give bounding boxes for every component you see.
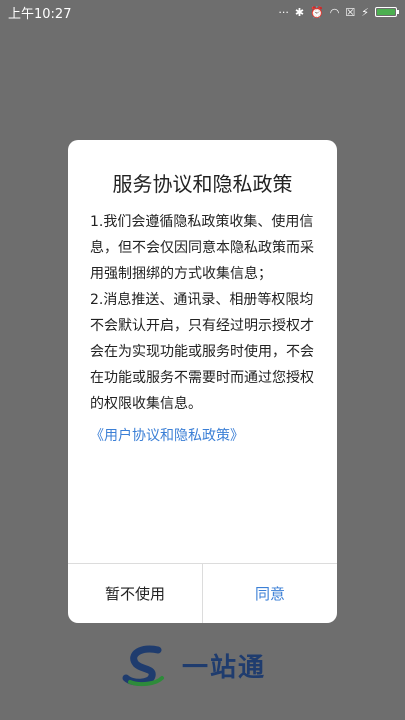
charging-icon: ⚡	[361, 5, 369, 19]
alarm-icon: ⏰	[310, 5, 324, 19]
policy-paragraph-1: 1.我们会遵循隐私政策收集、使用信息，但不会仅因同意本隐私政策而采用强制捆绑的方…	[90, 214, 314, 282]
brand-name: 一站通	[182, 652, 267, 683]
decline-button[interactable]: 暂不使用	[68, 564, 203, 623]
sim-icon: ☒	[345, 5, 356, 19]
status-time: 上午10:27	[8, 6, 72, 22]
agree-button[interactable]: 同意	[203, 564, 337, 623]
status-bar: 上午10:27 ··· ✱ ⏰ ◠ ☒ ⚡	[0, 0, 405, 24]
privacy-dialog: 服务协议和隐私政策 1.我们会遵循隐私政策收集、使用信息，但不会仅因同意本隐私政…	[68, 140, 337, 623]
battery-icon	[375, 7, 399, 17]
policy-link[interactable]: 《用户协议和隐私政策》	[90, 423, 315, 449]
more-icon: ···	[278, 5, 289, 19]
dialog-buttons: 暂不使用 同意	[68, 563, 337, 623]
bluetooth-icon: ✱	[294, 5, 305, 19]
policy-paragraph-2: 2.消息推送、通讯录、相册等权限均不会默认开启，只有经过明示授权才会在为实现功能…	[90, 292, 314, 412]
brand-s-icon	[122, 645, 164, 687]
dialog-title: 服务协议和隐私政策	[112, 172, 293, 196]
status-icons: ··· ✱ ⏰ ◠ ☒ ⚡	[278, 5, 399, 19]
wifi-icon: ◠	[329, 5, 340, 19]
brand-logo: 一站通	[122, 640, 292, 690]
dialog-body: 1.我们会遵循隐私政策收集、使用信息，但不会仅因同意本隐私政策而采用强制捆绑的方…	[68, 197, 337, 449]
